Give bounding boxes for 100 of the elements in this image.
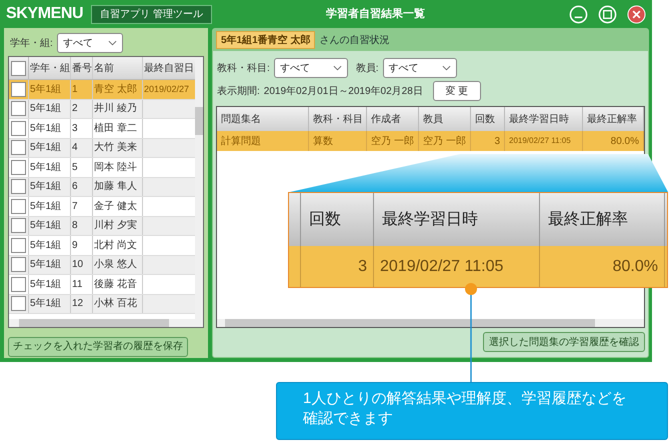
table-cell-text: 5年1組 — [30, 102, 62, 116]
dropdown[interactable]: すべて — [274, 58, 348, 78]
table-row[interactable]: 5年1組 3 植田 章二 — [9, 119, 195, 138]
checkbox[interactable] — [11, 276, 26, 292]
period-label: 表示期間: — [217, 84, 260, 98]
table-cell-text: 加藤 隼人 — [94, 180, 137, 194]
table-cell-text: 2019/02/27 11:05 — [380, 256, 504, 276]
minimize-icon[interactable] — [569, 4, 588, 24]
table-cell-text: 5年1組 — [30, 82, 62, 97]
table-cell-text: 12 — [72, 297, 84, 312]
dropdown-value: すべて — [62, 36, 93, 50]
caret-icon — [332, 65, 342, 71]
table-row[interactable]: 5年1組 12 小林 百花 — [9, 294, 195, 314]
table-row[interactable]: 5年1組 1 青空 太郎 2019/02/27 — [9, 80, 195, 100]
close-icon[interactable] — [627, 4, 646, 24]
table-cell-text: 計算問題 — [221, 134, 261, 148]
table-cell-text: 3 — [358, 256, 367, 276]
app-tag: 自習アプリ 管理ツール — [91, 4, 212, 24]
column-header: 回数 — [301, 193, 374, 246]
table-cell-text: 6 — [72, 180, 78, 194]
table-row[interactable]: 5年1組 9 北村 尚文 — [9, 236, 195, 256]
column-header: 最終正解率 — [540, 193, 665, 246]
table-cell-text: 5年1組 — [30, 122, 62, 136]
table-cell-text: 5年1組 — [30, 278, 62, 292]
table-cell-text: 岡本 陸斗 — [94, 160, 137, 175]
table-cell-text: 5年1組 — [30, 160, 62, 175]
table-cell-text: 7 — [72, 200, 78, 214]
table-cell-text: 80.0% — [612, 256, 658, 276]
table-cell-text: 北村 尚文 — [94, 238, 137, 253]
dropdown-value: すべて — [388, 62, 419, 76]
table-cell-text: 川村 夕実 — [94, 218, 137, 234]
caret-icon — [108, 40, 117, 46]
dropdown-value: すべて — [280, 62, 310, 76]
table-cell-text: 青空 太郎 — [94, 82, 137, 97]
checkbox[interactable] — [11, 198, 26, 214]
table-cell-text: 9 — [72, 238, 78, 253]
table-cell-text: 11 — [72, 278, 82, 292]
table-cell-text: 1 — [72, 82, 78, 97]
window-title: 学習者自習結果一覧 — [325, 6, 426, 22]
horizontal-scrollbar[interactable] — [9, 319, 203, 327]
student-name: 5年1組1番青空 太郎 — [216, 31, 316, 49]
confirm-history-button[interactable]: 選択した問題集の学習履歴を確認 — [483, 332, 645, 352]
callout-text: 1人ひとりの解答結果や理解度、学習履歴などを確認できます — [276, 382, 668, 440]
table-cell-text: 井川 綾乃 — [94, 102, 137, 116]
table-row[interactable]: 5年1組 4 大竹 美来 — [9, 138, 195, 158]
table-cell-text: 金子 健太 — [94, 200, 137, 214]
table-cell-text: 5年1組 — [30, 258, 62, 272]
checkbox[interactable] — [11, 218, 26, 234]
table-row[interactable]: 5年1組 2 井川 綾乃 — [9, 100, 195, 119]
table-cell-text: 80.0% — [610, 134, 639, 148]
maximize-icon[interactable] — [598, 4, 617, 24]
status-label: さんの自習状況 — [319, 34, 390, 48]
column-header: 最終学習日時 — [374, 193, 540, 246]
table-cell-text: 2 — [72, 102, 78, 116]
table-row[interactable]: 5年1組 6 加藤 隼人 — [9, 178, 195, 197]
save-history-button[interactable]: チェックを入れた学習者の履歴を保存 — [8, 336, 188, 356]
table-cell-text: 8 — [72, 219, 78, 234]
filter-label: 学年・組: — [10, 36, 53, 50]
checkbox[interactable] — [11, 140, 26, 156]
select-all-checkbox[interactable] — [11, 60, 26, 76]
table-cell-text: 小泉 悠人 — [94, 258, 137, 272]
table-cell-text: 5年1組 — [30, 180, 62, 194]
table-cell-text: 5年1組 — [30, 141, 62, 156]
table-row[interactable]: 5年1組 11 後藤 花音 — [9, 275, 195, 294]
checkbox[interactable] — [11, 179, 26, 194]
table-cell-text: 5年1組 — [30, 238, 62, 253]
vertical-scrollbar[interactable] — [195, 57, 203, 319]
table-cell: 2019/02/27 11:05 — [509, 135, 571, 147]
checkbox[interactable] — [11, 160, 26, 175]
dropdown[interactable]: すべて — [382, 58, 457, 78]
column-header[interactable]: 学年・組 — [29, 57, 71, 79]
brand-logo: SKYMENU — [6, 4, 84, 24]
table-cell-text: 5年1組 — [30, 200, 62, 214]
table-row[interactable]: 計算問題 算数 空乃 一郎 空乃 一郎 3 2019/02/27 11:05 80.0% — [217, 131, 644, 151]
checkbox[interactable] — [11, 238, 26, 253]
dropdown[interactable]: すべて — [56, 33, 123, 53]
column-header[interactable]: 名前 — [93, 57, 143, 79]
table-row[interactable]: 5年1組 10 小泉 悠人 — [9, 256, 195, 275]
checkbox[interactable] — [11, 101, 26, 116]
table-cell-text: 空乃 一郎 — [423, 134, 466, 148]
column-header[interactable]: 番号 — [71, 57, 93, 79]
change-button[interactable]: 変 更 — [432, 81, 481, 101]
checkbox[interactable] — [11, 257, 26, 272]
table-cell-text: 小林 百花 — [94, 296, 137, 312]
table-row[interactable]: 5年1組 7 金子 健太 — [9, 197, 195, 216]
table-cell-text: 5年1組 — [30, 297, 62, 312]
table-cell-text: 植田 章二 — [94, 122, 137, 136]
period-value: 2019年02月01日～2019年02月28日 — [264, 84, 423, 98]
checkbox[interactable] — [11, 82, 26, 97]
table-cell-text: 空乃 一郎 — [371, 134, 414, 148]
table-cell-text: 後藤 花音 — [94, 278, 137, 292]
table-cell-text: 10 — [72, 258, 84, 272]
scrollbar-thumb[interactable] — [195, 107, 203, 135]
scrollbar-thumb[interactable] — [19, 319, 169, 327]
table-row[interactable]: 5年1組 5 岡本 陸斗 — [9, 158, 195, 178]
table-cell-text: 3 — [494, 134, 500, 148]
checkbox[interactable] — [11, 120, 26, 136]
table-row[interactable]: 5年1組 8 川村 夕実 — [9, 216, 195, 236]
checkbox[interactable] — [11, 296, 26, 312]
table-cell-text: 大竹 美来 — [94, 140, 137, 156]
